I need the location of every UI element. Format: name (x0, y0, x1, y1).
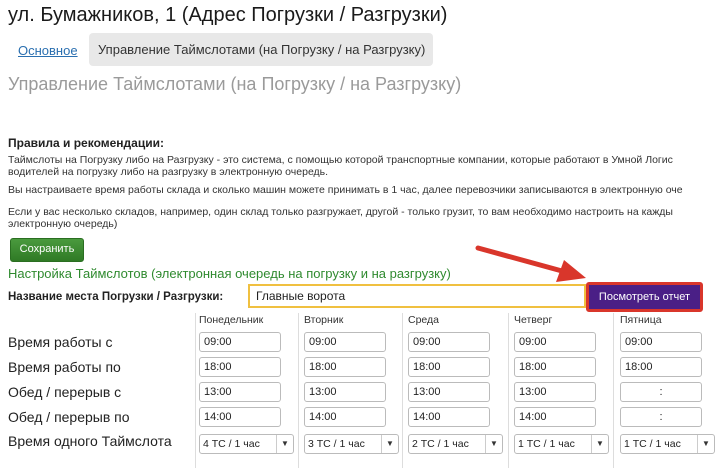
slot-select[interactable]: 4 ТС / 1 час ▼ (199, 434, 294, 454)
time-input[interactable]: 14:00 (304, 407, 386, 427)
chevron-down-icon: ▼ (485, 435, 502, 453)
day-header: Понедельник (199, 314, 264, 326)
row-label-break-from: Обед / перерыв с (8, 384, 122, 400)
slot-select-value: 1 ТС / 1 час (624, 438, 681, 450)
time-input[interactable]: : (620, 407, 702, 427)
slot-select-value: 1 ТС / 1 час (518, 438, 575, 450)
time-input[interactable]: 09:00 (408, 332, 490, 352)
slot-select-value: 4 ТС / 1 час (203, 438, 260, 450)
column-divider (613, 313, 614, 468)
time-input[interactable]: 09:00 (514, 332, 596, 352)
row-label-break-to: Обед / перерыв по (8, 409, 130, 425)
time-input[interactable]: 18:00 (620, 357, 702, 377)
time-input[interactable]: 18:00 (408, 357, 490, 377)
row-label-work-from: Время работы с (8, 334, 113, 350)
slot-select[interactable]: 2 ТС / 1 час ▼ (408, 434, 503, 454)
time-input[interactable]: 13:00 (408, 382, 490, 402)
slot-select[interactable]: 3 ТС / 1 час ▼ (304, 434, 399, 454)
time-input[interactable]: 13:00 (304, 382, 386, 402)
time-input[interactable]: : (620, 382, 702, 402)
column-divider (298, 313, 299, 468)
time-input[interactable]: 14:00 (514, 407, 596, 427)
time-input[interactable]: 18:00 (514, 357, 596, 377)
time-input[interactable]: 13:00 (514, 382, 596, 402)
slot-select[interactable]: 1 ТС / 1 час ▼ (514, 434, 609, 454)
chevron-down-icon: ▼ (381, 435, 398, 453)
chevron-down-icon: ▼ (276, 435, 293, 453)
row-label-work-to: Время работы по (8, 359, 121, 375)
time-input[interactable]: 09:00 (620, 332, 702, 352)
column-divider (195, 313, 196, 468)
time-input[interactable]: 09:00 (199, 332, 281, 352)
slot-select[interactable]: 1 ТС / 1 час ▼ (620, 434, 715, 454)
column-divider (508, 313, 509, 468)
slot-select-value: 3 ТС / 1 час (308, 438, 365, 450)
time-input[interactable]: 18:00 (199, 357, 281, 377)
time-input[interactable]: 14:00 (199, 407, 281, 427)
chevron-down-icon: ▼ (697, 435, 714, 453)
row-label-slot-duration: Время одного Таймслота (8, 433, 172, 449)
day-header: Среда (408, 314, 439, 326)
time-input[interactable]: 09:00 (304, 332, 386, 352)
day-header: Вторник (304, 314, 344, 326)
time-input[interactable]: 18:00 (304, 357, 386, 377)
time-input[interactable]: 14:00 (408, 407, 490, 427)
day-header: Четверг (514, 314, 553, 326)
column-divider (402, 313, 403, 468)
slot-select-value: 2 ТС / 1 час (412, 438, 469, 450)
day-header: Пятница (620, 314, 662, 326)
time-input[interactable]: 13:00 (199, 382, 281, 402)
chevron-down-icon: ▼ (591, 435, 608, 453)
